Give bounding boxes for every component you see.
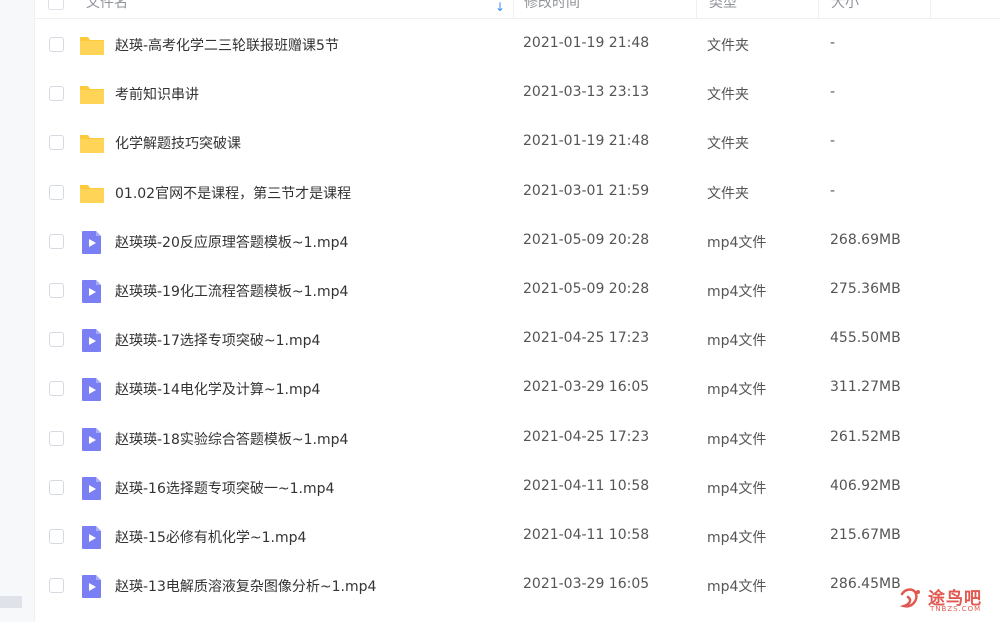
- bird-logo-icon: [899, 588, 920, 608]
- file-name[interactable]: 化学解题技巧突破课: [115, 133, 241, 153]
- file-mtime: 2021-03-29 16:05: [523, 576, 650, 593]
- row-checkbox[interactable]: [49, 529, 64, 544]
- file-size: 406.92MB: [830, 477, 901, 494]
- file-row[interactable]: 化学解题技巧突破课 2021-01-19 21:48 文件夹 -: [34, 119, 1000, 168]
- row-checkbox[interactable]: [49, 184, 64, 200]
- file-list-header: 文件名 ↓ 修改时间 类型 大小: [34, 0, 1000, 19]
- file-name[interactable]: 赵瑛瑛-17选择专项突破~1.mp4: [115, 330, 320, 350]
- file-mtime: 2021-04-25 17:23: [523, 330, 650, 347]
- file-size: 261.52MB: [830, 428, 901, 445]
- video-file-icon: [79, 327, 105, 353]
- file-type: mp4文件: [707, 579, 767, 596]
- row-checkbox[interactable]: [49, 135, 64, 151]
- file-size: -: [830, 35, 836, 51]
- file-row[interactable]: 赵瑛瑛-18实验综合答题模板~1.mp4 2021-04-25 17:23 mp4文…: [34, 415, 1000, 464]
- file-row[interactable]: 01.02官网不是课程，第三节才是课程 2021-03-01 21:59 文件夹 -: [34, 169, 1000, 218]
- video-file-icon: [79, 426, 105, 452]
- row-checkbox[interactable]: [49, 283, 64, 298]
- file-name[interactable]: 赵瑛-高考化学二三轮联报班赠课5节: [115, 35, 339, 55]
- file-size: 275.36MB: [830, 281, 901, 297]
- file-type: mp4文件: [707, 284, 767, 300]
- file-name[interactable]: 赵瑛-13电解质溶液复杂图像分析~1.mp4: [115, 576, 376, 596]
- file-name[interactable]: 赵瑛-15必修有机化学~1.mp4: [115, 527, 306, 547]
- file-row[interactable]: 赵瑛-13电解质溶液复杂图像分析~1.mp4 2021-03-29 16:05 mp…: [34, 562, 1000, 611]
- file-name[interactable]: 赵瑛-16选择题专项突破一~1.mp4: [115, 478, 334, 498]
- file-mtime: 2021-04-11 10:58: [523, 477, 650, 494]
- video-file-icon: [79, 278, 105, 304]
- video-file-icon: [79, 573, 105, 599]
- file-mtime: 2021-05-09 20:28: [523, 281, 650, 297]
- file-mtime: 2021-01-19 21:48: [523, 133, 650, 150]
- file-type: mp4文件: [707, 480, 767, 497]
- folder-icon: [79, 32, 105, 58]
- file-size: 311.27MB: [830, 379, 901, 396]
- site-watermark: 途鸟吧 TNBZS.COM: [898, 584, 990, 614]
- file-name[interactable]: 考前知识串讲: [115, 84, 199, 104]
- file-mtime: 2021-04-11 10:58: [523, 527, 650, 543]
- video-file-icon: [79, 229, 105, 255]
- sidebar-scroll-handle[interactable]: [0, 596, 22, 608]
- row-checkbox[interactable]: [49, 479, 64, 495]
- file-name[interactable]: 赵瑛瑛-14电化学及计算~1.mp4: [115, 379, 320, 399]
- sort-arrow-icon[interactable]: ↓: [495, 0, 505, 14]
- folder-icon: [79, 130, 105, 156]
- file-size: 455.50MB: [830, 330, 901, 347]
- file-size: -: [830, 182, 836, 199]
- file-type: 文件夹: [707, 185, 749, 202]
- file-type: 文件夹: [707, 136, 749, 153]
- row-checkbox[interactable]: [49, 332, 64, 348]
- folder-icon: [79, 180, 105, 206]
- file-row[interactable]: 赵瑛瑛-19化工流程答题模板~1.mp4 2021-05-09 20:28 mp4文…: [34, 267, 1000, 316]
- file-list: 文件名 ↓ 修改时间 类型 大小 赵瑛-高考化学二三轮联报班赠课5节 2021-0…: [34, 0, 1000, 622]
- video-file-icon: [79, 475, 105, 501]
- left-sidebar-edge: [0, 0, 35, 622]
- file-type: mp4文件: [707, 530, 767, 546]
- file-type: mp4文件: [707, 234, 767, 251]
- file-mtime: 2021-03-29 16:05: [523, 379, 650, 396]
- file-mtime: 2021-01-19 21:48: [523, 35, 650, 51]
- row-checkbox[interactable]: [49, 430, 64, 446]
- folder-icon: [79, 81, 105, 107]
- column-header-type[interactable]: 类型: [697, 0, 819, 18]
- column-header-name[interactable]: 文件名: [74, 0, 514, 18]
- file-mtime: 2021-04-25 17:23: [523, 428, 650, 445]
- watermark-subtext: TNBZS.COM: [930, 605, 982, 613]
- file-mtime: 2021-03-13 23:13: [523, 84, 650, 101]
- file-size: -: [830, 133, 836, 150]
- column-header-mtime[interactable]: 修改时间: [512, 0, 697, 18]
- file-name[interactable]: 赵瑛瑛-18实验综合答题模板~1.mp4: [115, 429, 348, 449]
- video-file-icon: [79, 524, 105, 550]
- file-size: -: [830, 84, 836, 101]
- file-row[interactable]: 赵瑛瑛-17选择专项突破~1.mp4 2021-04-25 17:23 mp4文件 4…: [34, 316, 1000, 365]
- video-file-icon: [79, 376, 105, 402]
- file-type: 文件夹: [707, 87, 749, 104]
- file-name[interactable]: 赵瑛瑛-20反应原理答题模板~1.mp4: [115, 232, 348, 252]
- row-checkbox[interactable]: [49, 37, 64, 52]
- file-mtime: 2021-03-01 21:59: [523, 182, 650, 199]
- file-row[interactable]: 赵瑛-高考化学二三轮联报班赠课5节 2021-01-19 21:48 文件夹 -: [34, 21, 1000, 70]
- file-size: 215.67MB: [830, 527, 901, 543]
- select-all-checkbox[interactable]: [48, 0, 64, 10]
- file-name[interactable]: 赵瑛瑛-19化工流程答题模板~1.mp4: [115, 281, 348, 301]
- row-checkbox[interactable]: [49, 86, 64, 102]
- column-header-size[interactable]: 大小: [819, 0, 931, 18]
- file-row[interactable]: 考前知识串讲 2021-03-13 23:13 文件夹 -: [34, 70, 1000, 119]
- file-type: mp4文件: [707, 382, 767, 399]
- file-row[interactable]: 赵瑛-16选择题专项突破一~1.mp4 2021-04-11 10:58 mp4文件…: [34, 464, 1000, 513]
- file-type: mp4文件: [707, 431, 767, 448]
- file-name[interactable]: 01.02官网不是课程，第三节才是课程: [115, 183, 351, 203]
- file-type: 文件夹: [707, 38, 749, 54]
- file-row[interactable]: 赵瑛-15必修有机化学~1.mp4 2021-04-11 10:58 mp4文件 21…: [34, 513, 1000, 562]
- row-checkbox[interactable]: [49, 578, 64, 594]
- file-mtime: 2021-05-09 20:28: [523, 231, 650, 248]
- file-size: 268.69MB: [830, 231, 901, 248]
- file-row[interactable]: 赵瑛瑛-14电化学及计算~1.mp4 2021-03-29 16:05 mp4文件 3…: [34, 365, 1000, 414]
- file-row[interactable]: 赵瑛瑛-20反应原理答题模板~1.mp4 2021-05-09 20:28 mp4文…: [34, 218, 1000, 267]
- file-type: mp4文件: [707, 333, 767, 350]
- row-checkbox[interactable]: [49, 233, 64, 249]
- file-size: 286.45MB: [830, 576, 901, 593]
- row-checkbox[interactable]: [49, 381, 64, 397]
